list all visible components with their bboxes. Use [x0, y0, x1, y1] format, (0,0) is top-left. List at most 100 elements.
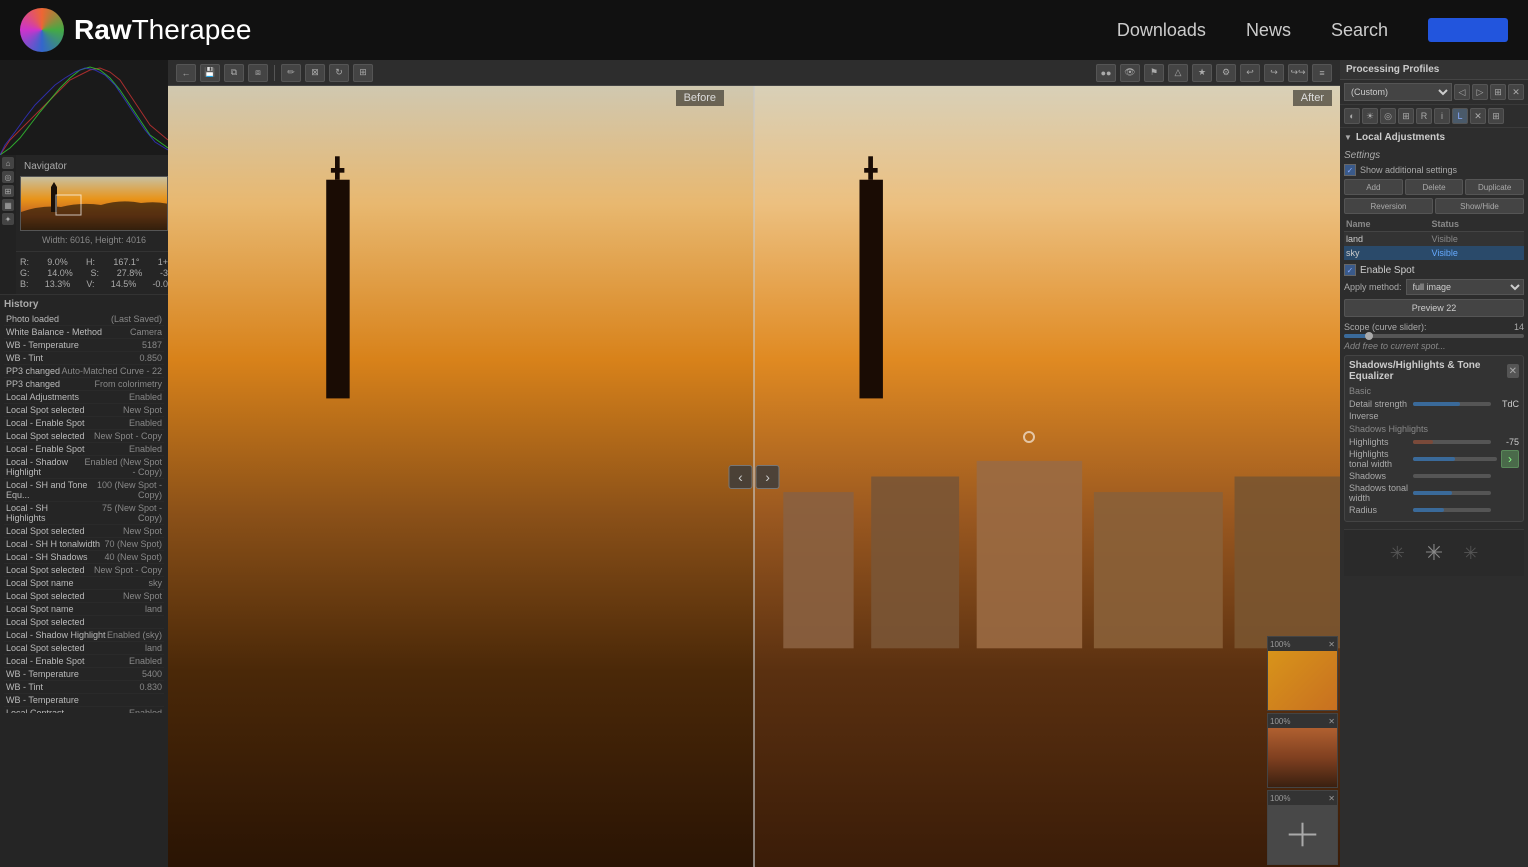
- history-item[interactable]: WB - Tint 0.830: [4, 681, 164, 694]
- history-item[interactable]: Local Contrast Enabled: [4, 707, 164, 713]
- history-item[interactable]: Local - Enable Spot Enabled: [4, 443, 164, 456]
- sh-close-btn[interactable]: ✕: [1507, 364, 1519, 378]
- side-tools: ⌂ ◎ ⊞ ▦ ✦: [0, 155, 16, 294]
- history-item[interactable]: WB - Temperature 5400: [4, 668, 164, 681]
- history-item[interactable]: Local - Enable Spot Enabled: [4, 417, 164, 430]
- profile-select[interactable]: (Custom): [1344, 83, 1452, 101]
- tb-star-btn[interactable]: ★: [1192, 64, 1212, 82]
- nav-news[interactable]: News: [1246, 20, 1291, 41]
- spot-row-land[interactable]: land Visible: [1344, 232, 1524, 247]
- nav-downloads[interactable]: Downloads: [1117, 20, 1206, 41]
- side-tool-1[interactable]: ⌂: [2, 157, 14, 169]
- tool-icon-meta[interactable]: i: [1434, 108, 1450, 124]
- tb-eye-btn[interactable]: 👁: [1120, 64, 1140, 82]
- tb-circles-btn[interactable]: ●●: [1096, 64, 1116, 82]
- tb-undo-btn[interactable]: ↩: [1240, 64, 1260, 82]
- history-item[interactable]: Local Spot selected New Spot - Copy: [4, 564, 164, 577]
- sh-highlights-slider[interactable]: [1413, 440, 1491, 444]
- pp-btn-4[interactable]: ✕: [1508, 84, 1524, 100]
- history-item[interactable]: Local Spot selected land: [4, 642, 164, 655]
- la-delete-btn[interactable]: Delete: [1405, 179, 1464, 195]
- sh-highlights-tonal-slider[interactable]: [1413, 457, 1497, 461]
- thumb-close-icon[interactable]: ✕: [1328, 640, 1335, 649]
- side-tool-2[interactable]: ◎: [2, 171, 14, 183]
- tb-grid-btn[interactable]: ⊞: [353, 64, 373, 82]
- history-item[interactable]: Local - Shadow Highlight Enabled (sky): [4, 629, 164, 642]
- la-reverse-btn[interactable]: Reversion: [1344, 198, 1433, 214]
- tb-settings-btn[interactable]: ≡: [1312, 64, 1332, 82]
- side-tool-5[interactable]: ✦: [2, 213, 14, 225]
- tb-redo-btn[interactable]: ↪: [1264, 64, 1284, 82]
- history-item[interactable]: Local - SH Shadows 40 (New Spot): [4, 551, 164, 564]
- history-item[interactable]: Local Spot selected New Spot - Copy: [4, 430, 164, 443]
- sh-shadows-slider[interactable]: [1413, 474, 1491, 478]
- thumb-close-icon-3[interactable]: ✕: [1328, 794, 1335, 803]
- tool-icon-exposure[interactable]: ☀: [1362, 108, 1378, 124]
- tool-icon-detail[interactable]: ◎: [1380, 108, 1396, 124]
- tb-arrow-btn[interactable]: ←: [176, 64, 196, 82]
- scope-slider-thumb[interactable]: [1365, 332, 1373, 340]
- spot-row-sky[interactable]: sky Visible: [1344, 246, 1524, 260]
- history-item[interactable]: Local Spot selected New Spot: [4, 525, 164, 538]
- tb-redo2-btn[interactable]: ↪↪: [1288, 64, 1308, 82]
- left-arrow-btn[interactable]: ‹: [728, 465, 752, 489]
- history-item[interactable]: Local - SH and Tone Equ... 100 (New Spot…: [4, 479, 164, 502]
- history-item[interactable]: Photo loaded (Last Saved): [4, 313, 164, 326]
- tool-icon-local[interactable]: L: [1452, 108, 1468, 124]
- tool-icon-x[interactable]: ✕: [1470, 108, 1486, 124]
- la-add-btn[interactable]: Add: [1344, 179, 1403, 195]
- history-item[interactable]: Local Spot name land: [4, 603, 164, 616]
- scope-slider[interactable]: [1344, 334, 1524, 338]
- history-item[interactable]: Local - Shadow Highlight Enabled (New Sp…: [4, 456, 164, 479]
- preview-btn[interactable]: Preview 22: [1344, 299, 1524, 317]
- tb-pencil-btn[interactable]: ✏: [281, 64, 301, 82]
- history-item[interactable]: White Balance - Method Camera: [4, 326, 164, 339]
- sh-detail-slider[interactable]: [1413, 402, 1491, 406]
- history-item[interactable]: Local Spot selected: [4, 616, 164, 629]
- history-item[interactable]: Local Adjustments Enabled: [4, 391, 164, 404]
- history-item[interactable]: WB - Tint 0.850: [4, 352, 164, 365]
- sh-shadows-tonal-slider[interactable]: [1413, 491, 1491, 495]
- history-item[interactable]: PP3 changed Auto-Matched Curve - 22: [4, 365, 164, 378]
- pp-btn-2[interactable]: ▷: [1472, 84, 1488, 100]
- cta-button[interactable]: [1428, 18, 1508, 42]
- pp-btn-1[interactable]: ◁: [1454, 84, 1470, 100]
- history-item[interactable]: Local - SH Highlights 75 (New Spot - Cop…: [4, 502, 164, 525]
- tool-icon-color[interactable]: ◐: [1344, 108, 1360, 124]
- top-navigation: RawTherapee Downloads News Search: [0, 0, 1528, 60]
- apply-method-select[interactable]: full image: [1406, 279, 1524, 295]
- tb-rotate-btn[interactable]: ↻: [329, 64, 349, 82]
- tb-crop-btn[interactable]: ⊠: [305, 64, 325, 82]
- la-expand-icon[interactable]: ▼: [1344, 133, 1352, 142]
- tb-flag-btn[interactable]: ⚑: [1144, 64, 1164, 82]
- tool-icon-grid[interactable]: ⊞: [1488, 108, 1504, 124]
- history-item[interactable]: Local - Enable Spot Enabled: [4, 655, 164, 668]
- tool-icon-raw[interactable]: R: [1416, 108, 1432, 124]
- tb-gear-btn[interactable]: ⚙: [1216, 64, 1236, 82]
- sh-highlights-tonal-arrow[interactable]: ›: [1501, 450, 1519, 468]
- tb-triangle-btn[interactable]: △: [1168, 64, 1188, 82]
- history-item[interactable]: Local Spot selected New Spot: [4, 404, 164, 417]
- side-tool-4[interactable]: ▦: [2, 199, 14, 211]
- show-additional-checkbox[interactable]: ✓: [1344, 164, 1356, 176]
- tb-copy-btn[interactable]: ⧉: [224, 64, 244, 82]
- right-arrow-btn[interactable]: ›: [756, 465, 780, 489]
- history-item[interactable]: Local Spot name sky: [4, 577, 164, 590]
- history-item[interactable]: PP3 changed From colorimetry: [4, 378, 164, 391]
- enable-spot-checkbox[interactable]: ✓: [1344, 264, 1356, 276]
- side-tool-3[interactable]: ⊞: [2, 185, 14, 197]
- tool-icon-transform[interactable]: ⊞: [1398, 108, 1414, 124]
- nav-search[interactable]: Search: [1331, 20, 1388, 41]
- la-showhide-btn[interactable]: Show/Hide: [1435, 198, 1524, 214]
- pp-btn-3[interactable]: ⊞: [1490, 84, 1506, 100]
- sh-radius-slider[interactable]: [1413, 508, 1491, 512]
- history-item[interactable]: WB - Temperature 5187: [4, 339, 164, 352]
- split-handle[interactable]: ‹ ›: [728, 465, 779, 489]
- la-duplicate-btn[interactable]: Duplicate: [1465, 179, 1524, 195]
- history-item[interactable]: Local Spot selected New Spot: [4, 590, 164, 603]
- tb-save-btn[interactable]: 💾: [200, 64, 220, 82]
- history-item[interactable]: Local - SH H tonalwidth 70 (New Spot): [4, 538, 164, 551]
- tb-paste-btn[interactable]: ⧈: [248, 64, 268, 82]
- history-item[interactable]: WB - Temperature: [4, 694, 164, 707]
- thumb-close-icon-2[interactable]: ✕: [1328, 717, 1335, 726]
